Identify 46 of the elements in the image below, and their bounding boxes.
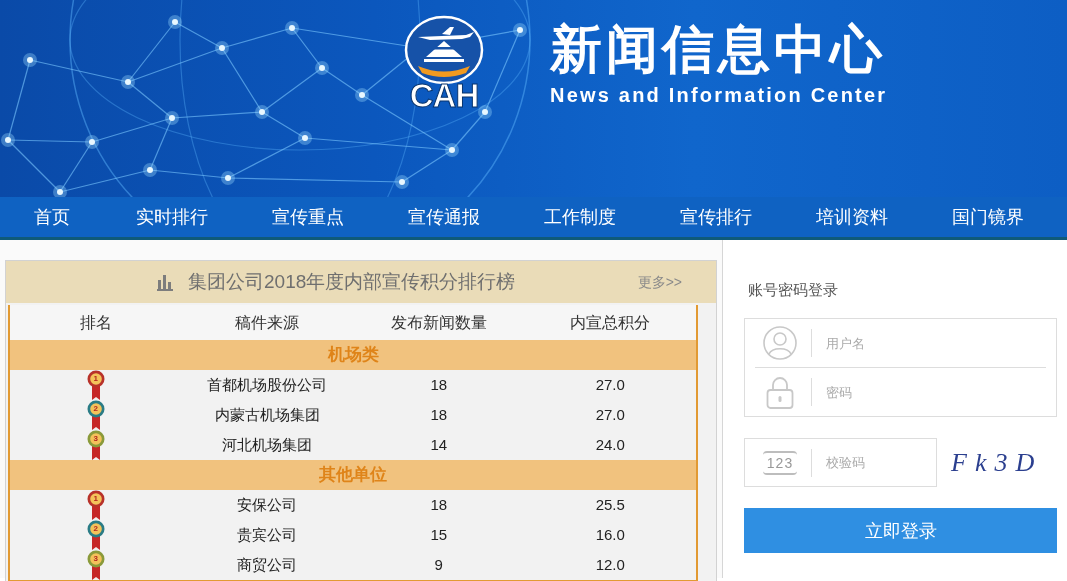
logo-emblem-icon [404,15,484,85]
login-button[interactable]: 立即登录 [744,508,1057,553]
table-cell: 18 [430,405,448,425]
captcha-image: Fk3D [950,447,1044,478]
captcha-input[interactable]: 校验码 [826,450,926,475]
username-field[interactable]: 用户名 [826,331,1026,355]
table-cell: 安保公司 [237,495,298,515]
nav-link[interactable]: 宣传重点 [240,205,376,229]
table-cell: 16.0 [595,525,625,545]
table-cell: 15 [430,525,448,545]
table-cell: 24.0 [595,435,625,455]
nav-link[interactable]: 宣传排行 [648,205,784,229]
table-cell: 首都机场股份公司 [207,375,328,395]
nav-link[interactable]: 首页 [0,205,104,229]
table-cell: 贵宾公司 [237,525,298,545]
nav-link[interactable]: 国门镜界 [920,205,1056,229]
table-cell: 18 [430,495,448,515]
site-title: 新闻信息中心 [550,21,887,77]
nav-link[interactable]: 实时排行 [104,205,240,229]
bar-chart-icon [156,273,174,291]
password-field[interactable]: 密码 [826,380,1026,404]
logo-text: CAH [409,79,479,113]
table-cell: 27.0 [595,375,625,395]
table-cell: 27.0 [595,405,625,425]
column-header: 稿件来源 [235,312,300,333]
column-header: 排名 [79,312,112,333]
table-cell: 18 [430,375,448,395]
lock-icon [766,375,794,409]
table-cell: 商贸公司 [237,555,298,575]
user-icon [763,326,797,360]
nav-link[interactable]: 工作制度 [512,205,648,229]
column-header: 内宣总积分 [570,312,651,333]
panel-title: 集团公司2018年度内部宣传积分排行榜 [188,270,516,294]
table-cell: 河北机场集团 [222,435,313,455]
site-subtitle: News and Information Center [550,83,888,107]
category-label: 机场类 [327,344,379,366]
nav-link[interactable]: 培训资料 [784,205,920,229]
table-cell: 25.5 [595,495,625,515]
table-cell: 9 [434,555,443,575]
table-cell: 12.0 [595,555,625,575]
column-header: 发布新闻数量 [390,312,487,333]
category-label: 其他单位 [319,464,387,486]
login-title: 账号密码登录 [748,280,839,300]
table-cell: 14 [430,435,448,455]
nav-link[interactable]: 宣传通报 [376,205,512,229]
table-cell: 内蒙古机场集团 [214,405,320,425]
